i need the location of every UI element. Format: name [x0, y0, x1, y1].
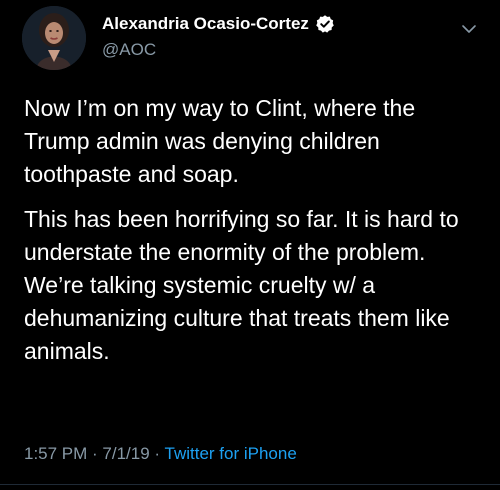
tweet-card: Alexandria Ocasio-Cortez @AOC Now I’m on… [0, 0, 500, 490]
verified-badge-icon [315, 14, 335, 34]
tweet-date[interactable]: 7/1/19 [102, 444, 149, 463]
name-row: Alexandria Ocasio-Cortez [102, 14, 335, 34]
tweet-metadata: 1:57 PM · 7/1/19 · Twitter for iPhone [24, 444, 297, 464]
divider [0, 484, 500, 485]
meta-separator: · [149, 444, 165, 463]
profile-photo-icon [22, 6, 86, 70]
tweet-body: Now I’m on my way to Clint, where the Tr… [24, 92, 480, 380]
avatar[interactable] [22, 6, 86, 70]
tweet-paragraph: Now I’m on my way to Clint, where the Tr… [24, 95, 416, 187]
tweet-header: Alexandria Ocasio-Cortez @AOC [22, 6, 482, 72]
chevron-down-icon[interactable] [460, 20, 478, 38]
tweet-source-link[interactable]: Twitter for iPhone [165, 444, 297, 463]
meta-separator: · [87, 444, 103, 463]
user-handle[interactable]: @AOC [102, 40, 156, 60]
tweet-paragraph: This has been horrifying so far. It is h… [24, 206, 459, 364]
display-name[interactable]: Alexandria Ocasio-Cortez [102, 14, 309, 34]
tweet-time[interactable]: 1:57 PM [24, 444, 87, 463]
